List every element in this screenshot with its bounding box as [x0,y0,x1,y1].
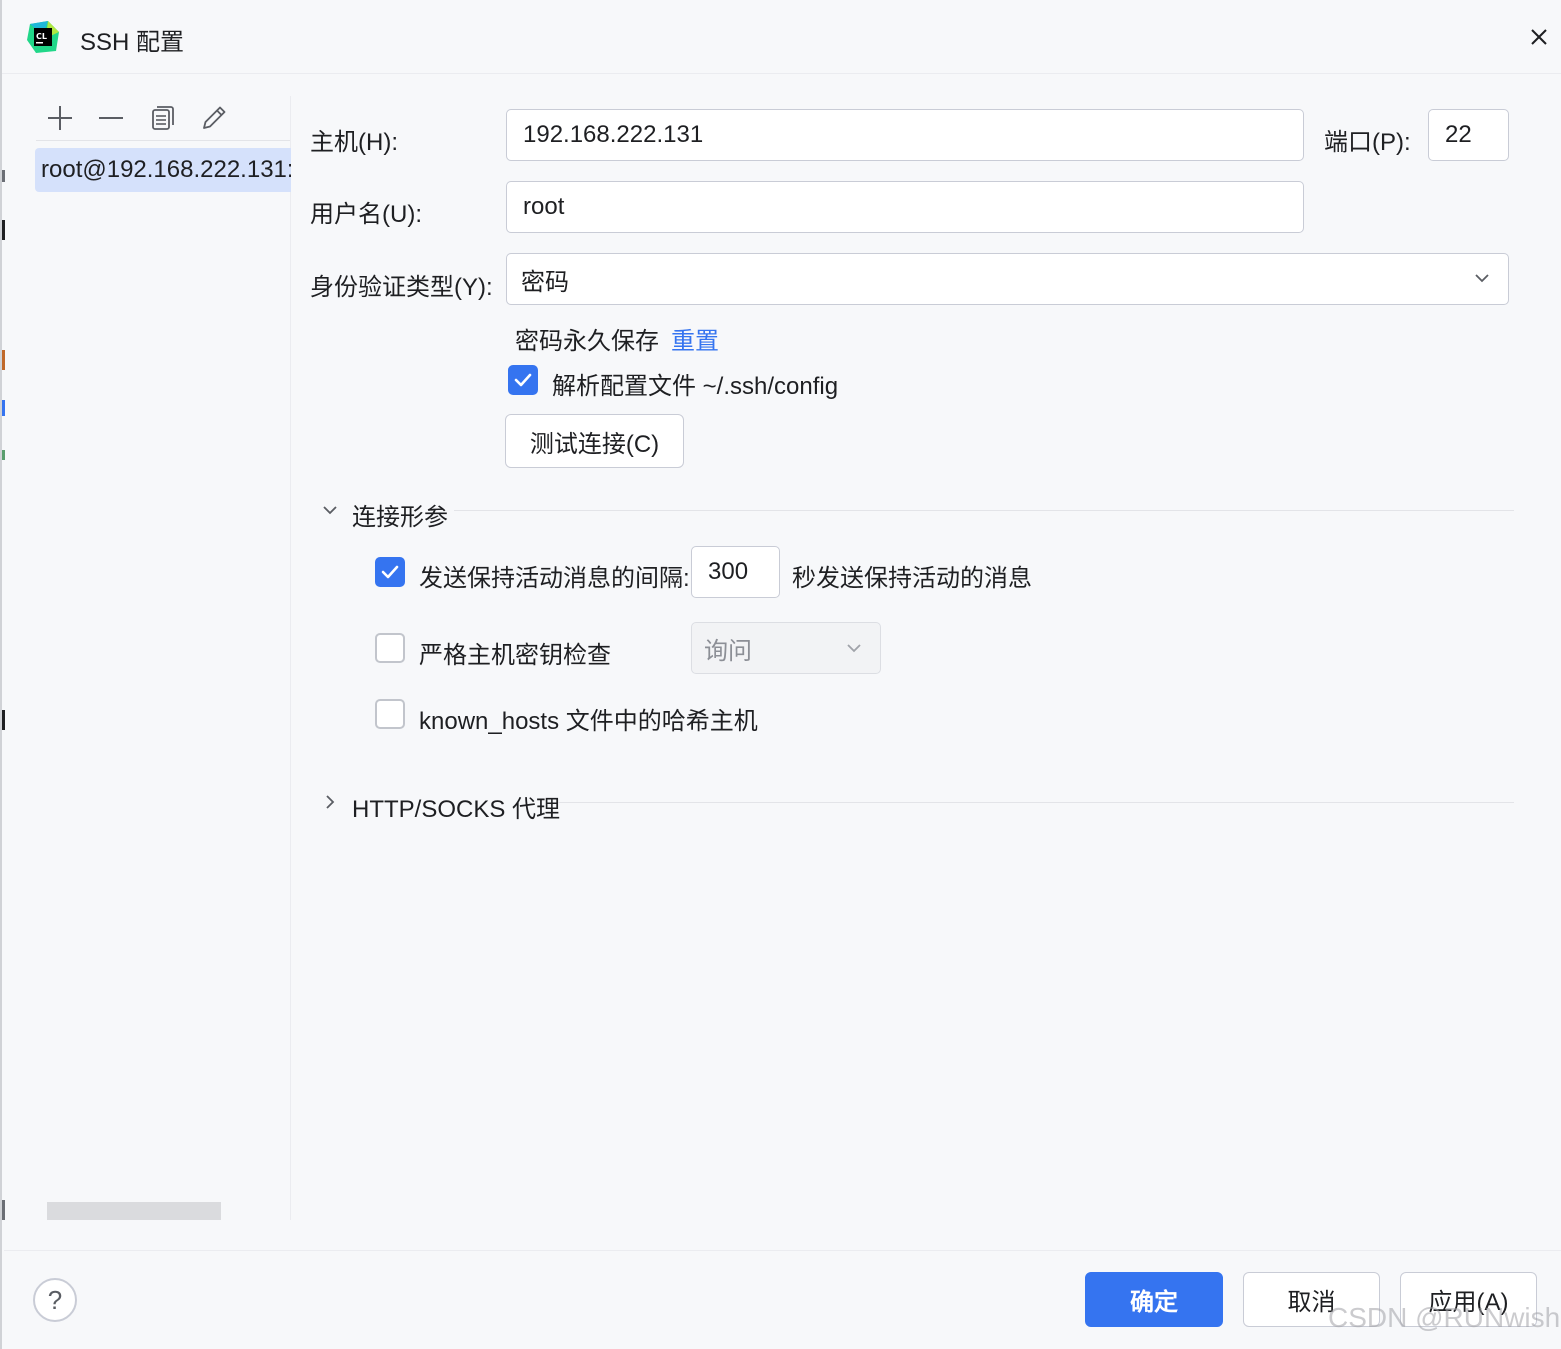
sidebar [4,96,291,1220]
horizontal-scrollbar[interactable] [47,1202,221,1220]
port-input[interactable]: 22 [1428,109,1509,161]
strict-host-key-select[interactable]: 询问 [691,622,881,674]
strict-host-key-label: 严格主机密钥检查 [419,642,611,669]
username-input[interactable]: root [506,181,1304,233]
auth-type-label: 身份验证类型(Y): [310,274,493,301]
host-label: 主机(H): [310,129,398,156]
ssh-config-list-item[interactable]: root@192.168.222.131:22 [35,148,291,192]
keepalive-interval-value: 300 [708,558,749,585]
chevron-down-icon[interactable] [320,500,340,520]
keepalive-interval-input[interactable]: 300 [691,546,780,598]
reset-password-link[interactable]: 重置 [671,321,719,356]
host-value: 192.168.222.131 [523,121,704,148]
ok-button[interactable]: 确定 [1085,1272,1223,1327]
password-saved-note: 密码永久保存 [515,328,659,355]
app-logo-icon: CL [26,20,60,54]
port-value: 22 [1445,121,1472,148]
chevron-down-icon [1472,268,1492,288]
keepalive-suffix-label: 秒发送保持活动的消息 [792,565,1032,592]
hash-known-hosts-checkbox[interactable] [375,699,405,729]
checkmark-icon [514,373,532,387]
parse-config-checkbox[interactable] [508,365,538,395]
strict-host-key-value: 询问 [704,637,752,665]
ssh-config-dialog: CL SSH 配置 root@192.168.222.131 主机(H): 19… [0,0,1561,1349]
footer-divider [4,1250,1561,1251]
hash-known-hosts-label: known_hosts 文件中的哈希主机 [419,708,758,735]
connection-params-section-title[interactable]: 连接形参 [352,497,448,532]
title-bar: CL SSH 配置 [2,0,1561,74]
svg-text:CL: CL [36,32,47,41]
strict-host-key-checkbox[interactable] [375,633,405,663]
chevron-down-icon [844,638,864,658]
parse-config-label: 解析配置文件 ~/.ssh/config [552,373,839,400]
section-divider [558,802,1514,803]
edit-icon[interactable] [196,100,232,136]
auth-type-select[interactable]: 密码 [506,253,1509,305]
help-icon[interactable]: ? [33,1278,77,1322]
username-label: 用户名(U): [310,201,422,228]
remove-icon[interactable] [93,100,129,136]
keepalive-label: 发送保持活动消息的间隔: [419,565,690,592]
port-label: 端口(P): [1324,129,1411,156]
host-input[interactable]: 192.168.222.131 [506,109,1304,161]
auth-type-value: 密码 [521,268,569,296]
test-connection-button[interactable]: 测试连接(C) [505,414,684,468]
proxy-section-title[interactable]: HTTP/SOCKS 代理 [352,789,560,824]
add-icon[interactable] [42,100,78,136]
keepalive-checkbox[interactable] [375,557,405,587]
section-divider [454,510,1514,511]
sidebar-divider [36,140,290,141]
close-icon[interactable] [1524,22,1554,52]
chevron-right-icon[interactable] [320,792,340,812]
checkmark-icon [381,565,399,579]
window-title: SSH 配置 [80,29,185,56]
watermark-text: CSDN @RUNwish [1328,1302,1561,1333]
copy-icon[interactable] [144,100,180,136]
username-value: root [523,193,565,220]
